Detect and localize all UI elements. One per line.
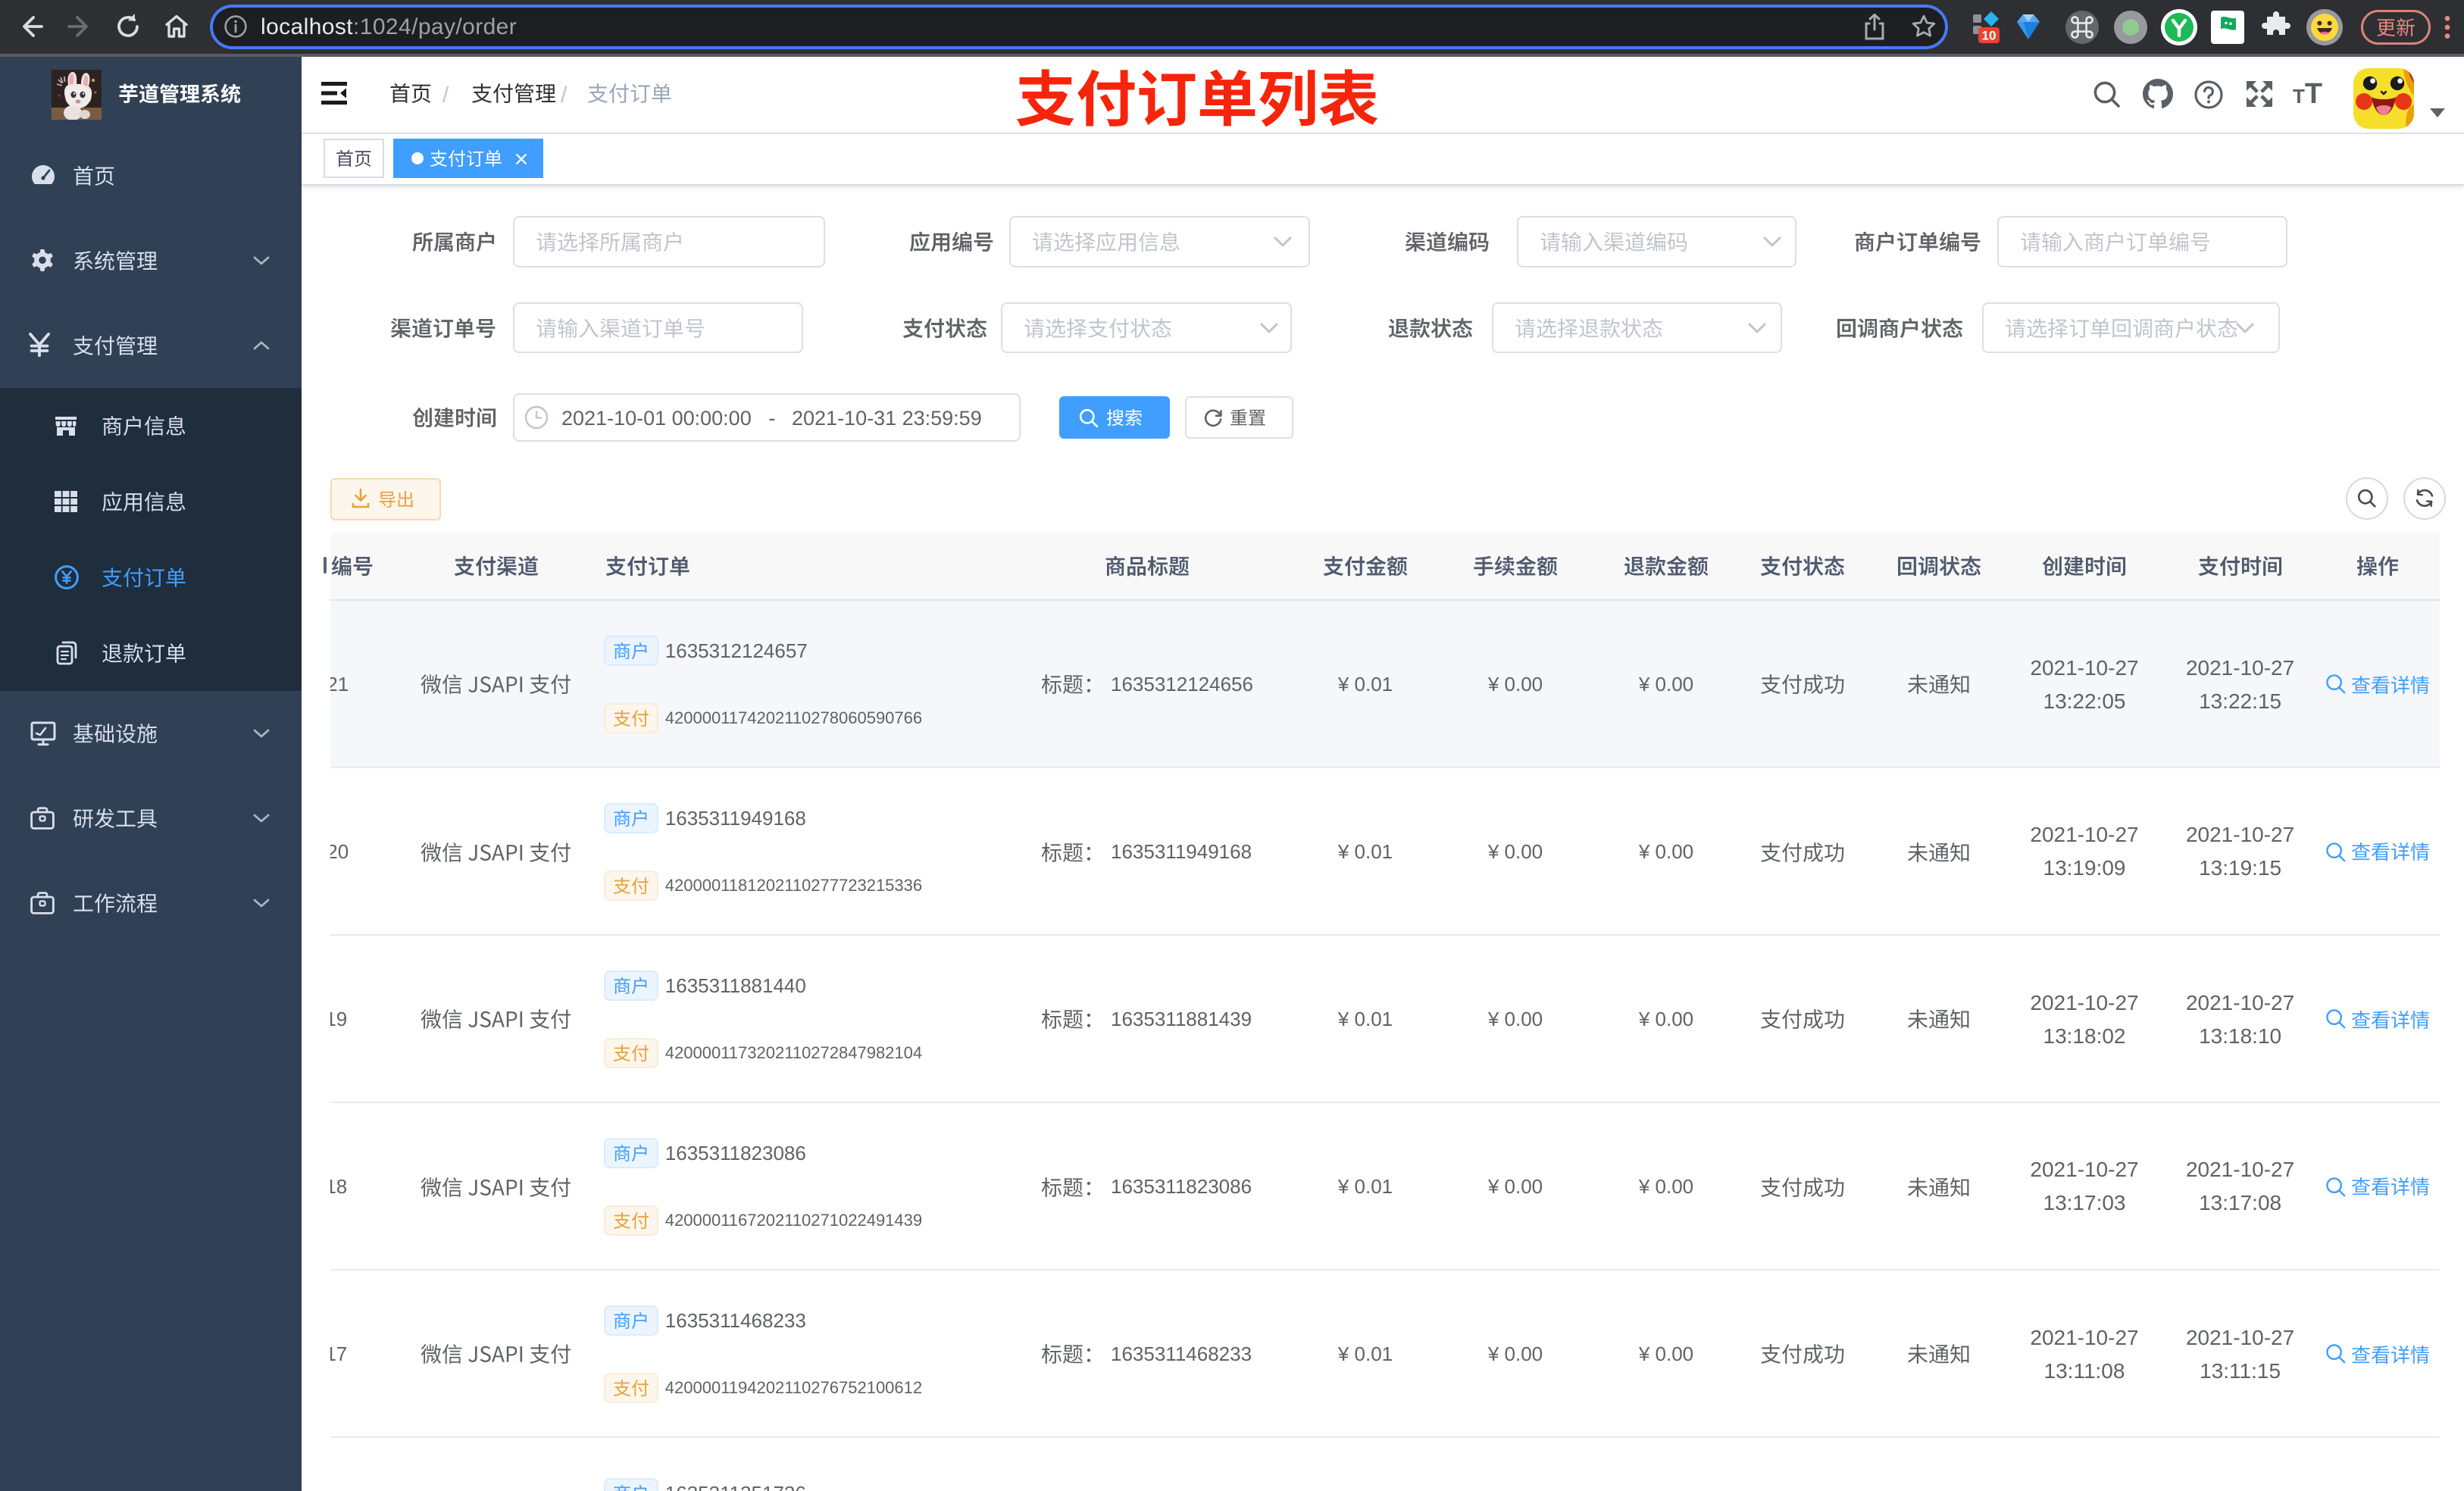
svg-text:10: 10 <box>1982 28 1997 42</box>
